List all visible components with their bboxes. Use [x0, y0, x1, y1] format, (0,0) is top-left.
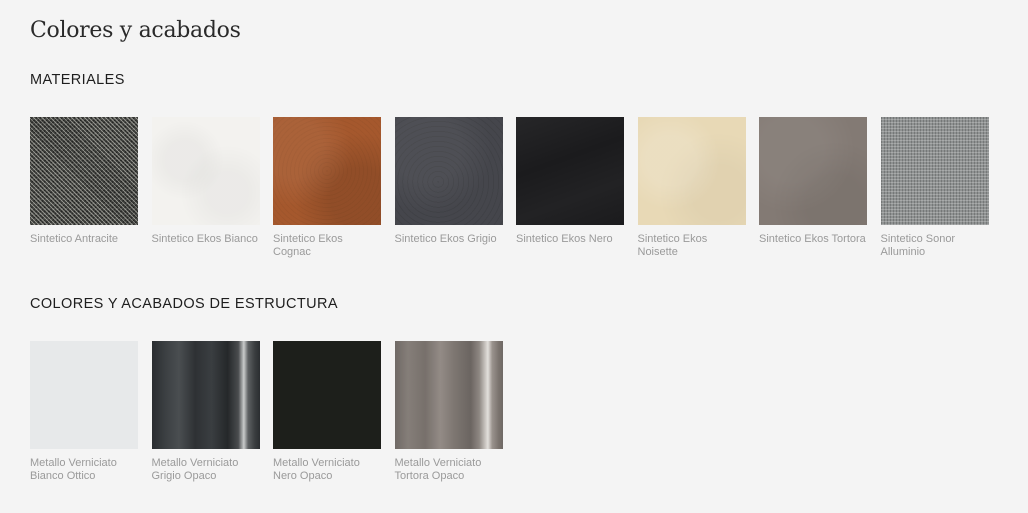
- material-sample-image[interactable]: [394, 117, 503, 225]
- material-swatch-alluminio[interactable]: Sintetico Sonor Alluminio: [880, 117, 989, 259]
- finish-label: Metallo Verniciato Nero Opaco: [273, 457, 360, 482]
- material-swatch-bianco[interactable]: Sintetico Ekos Bianco: [151, 117, 260, 259]
- finish-swatch-grigio-opaco[interactable]: Metallo Verniciato Grigio Opaco: [151, 341, 260, 483]
- structure-heading: COLORES Y ACABADOS DE ESTRUCTURA: [30, 296, 338, 312]
- material-label: Sintetico Ekos Tortora: [759, 233, 866, 245]
- material-swatch-antracite[interactable]: Sintetico Antracite: [30, 117, 138, 259]
- material-sample-image[interactable]: [759, 117, 867, 225]
- material-sample-image[interactable]: [637, 117, 746, 225]
- finish-sample-image[interactable]: [151, 341, 260, 449]
- material-swatch-nero[interactable]: Sintetico Ekos Nero: [516, 117, 624, 259]
- materials-heading: MATERIALES: [30, 72, 125, 88]
- material-label: Sintetico Ekos Grigio: [394, 233, 497, 245]
- material-swatch-cognac[interactable]: Sintetico Ekos Cognac: [273, 117, 381, 259]
- material-swatch-grigio[interactable]: Sintetico Ekos Grigio: [394, 117, 503, 259]
- finish-sample-image[interactable]: [394, 341, 503, 449]
- material-swatch-noisette[interactable]: Sintetico Ekos Noisette: [637, 117, 746, 259]
- finish-label: Metallo Verniciato Grigio Opaco: [151, 457, 239, 482]
- finish-label: Metallo Verniciato Tortora Opaco: [394, 457, 482, 482]
- finish-sample-image[interactable]: [273, 341, 381, 449]
- material-label: Sintetico Ekos Bianco: [151, 233, 258, 245]
- materials-grid: Sintetico Antracite Sintetico Ekos Bianc…: [30, 117, 989, 259]
- finish-sample-image[interactable]: [30, 341, 138, 449]
- page-title: Colores y acabados: [30, 18, 241, 43]
- material-label: Sintetico Ekos Nero: [516, 233, 613, 245]
- material-label: Sintetico Ekos Cognac: [273, 233, 343, 258]
- material-sample-image[interactable]: [516, 117, 624, 225]
- material-sample-image[interactable]: [880, 117, 989, 225]
- material-sample-image[interactable]: [151, 117, 260, 225]
- finish-swatch-tortora-opaco[interactable]: Metallo Verniciato Tortora Opaco: [394, 341, 503, 483]
- finish-swatch-bianco-ottico[interactable]: Metallo Verniciato Bianco Ottico: [30, 341, 138, 483]
- material-label: Sintetico Antracite: [30, 233, 119, 245]
- material-label: Sintetico Ekos Noisette: [637, 233, 708, 258]
- finish-swatch-nero-opaco[interactable]: Metallo Verniciato Nero Opaco: [273, 341, 381, 483]
- material-swatch-tortora[interactable]: Sintetico Ekos Tortora: [759, 117, 867, 259]
- finish-label: Metallo Verniciato Bianco Ottico: [30, 457, 117, 482]
- material-sample-image[interactable]: [273, 117, 381, 225]
- material-label: Sintetico Sonor Alluminio: [880, 233, 956, 258]
- structure-grid: Metallo Verniciato Bianco Ottico Metallo…: [30, 341, 503, 483]
- material-sample-image[interactable]: [30, 117, 138, 225]
